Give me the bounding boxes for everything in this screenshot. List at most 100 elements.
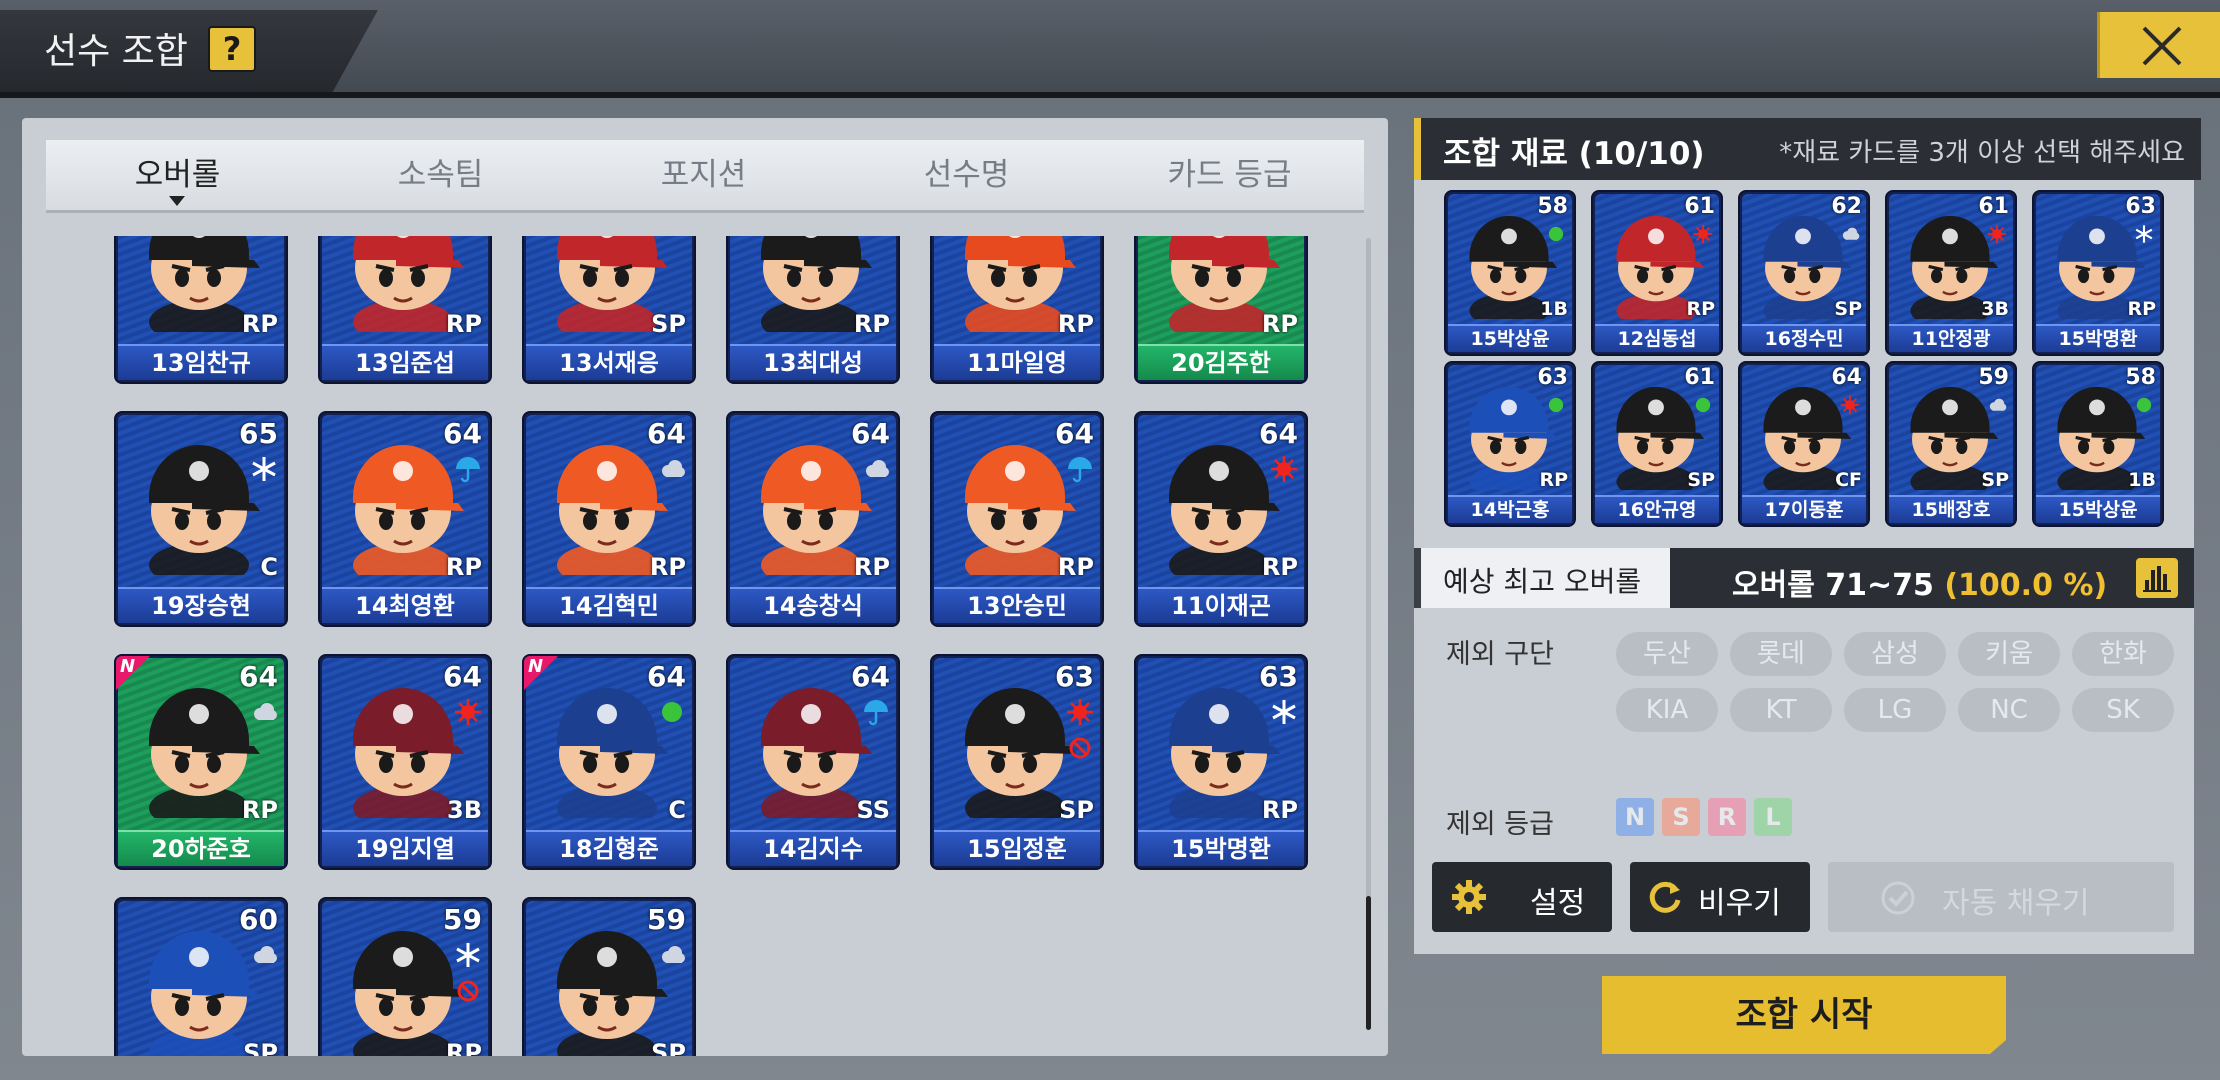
sort-tab-position[interactable]: 포지션 xyxy=(572,140,835,210)
materials.cards-card[interactable]: 61 RP 12심동섭 xyxy=(1591,190,1723,356)
card-position: SP xyxy=(1687,469,1715,491)
card-name: 19임지열 xyxy=(322,830,488,866)
materials.cards-card[interactable]: 63 RP 14박근홍 xyxy=(1444,361,1576,527)
exclude-team-pill[interactable]: 롯데 xyxy=(1730,632,1832,676)
chart-button[interactable] xyxy=(2136,558,2178,598)
condition-sun-icon xyxy=(1270,455,1298,483)
refresh-icon xyxy=(1649,881,1681,913)
player_grid-card[interactable]: RP 20김주한 xyxy=(1134,236,1308,384)
player_grid-card[interactable]: 64 RP 14송창식 xyxy=(726,411,900,627)
player_grid-card[interactable]: 60SP17레나도 xyxy=(114,897,288,1056)
card-overall: 62 xyxy=(1831,194,1862,219)
card-overall: 63 xyxy=(2125,194,2156,219)
player_grid-card[interactable]: RP 13임찬규 xyxy=(114,236,288,384)
exclude-grade-r[interactable]: R xyxy=(1708,798,1746,836)
player_grid-card[interactable]: 65 C 19장승현 xyxy=(114,411,288,627)
card-overall: 59 xyxy=(647,903,686,936)
sort-tab-name[interactable]: 선수명 xyxy=(835,140,1098,210)
materials.cards-card[interactable]: 63 RP 15박명환 xyxy=(2032,190,2164,356)
condition-snow-icon xyxy=(1270,698,1298,726)
materials.cards-card[interactable]: 61 SP 16안규영 xyxy=(1591,361,1723,527)
player_grid-card[interactable]: RP 11마일영 xyxy=(930,236,1104,384)
card-name: 13서재응 xyxy=(526,344,692,380)
card-position: RP xyxy=(1261,553,1298,581)
player_grid-card[interactable]: RP 13최대성 xyxy=(726,236,900,384)
materials.cards-card[interactable]: 58 1B 15박상윤 xyxy=(2032,361,2164,527)
materials.cards-card[interactable]: 59 SP 15배장호 xyxy=(1885,361,2017,527)
clear-button[interactable]: 비우기 xyxy=(1630,862,1810,932)
exclude-grade-s[interactable]: S xyxy=(1662,798,1700,836)
player-card-grid: RP 13임찬규 RP 13임준섭 SP 13서재응 RP 13최대성 RP 11마일영 RP 20김… xyxy=(22,236,1362,1056)
sort-tab-grade[interactable]: 카드 등급 xyxy=(1098,140,1361,210)
card-name: 19장승현 xyxy=(118,587,284,623)
options-area: 제외 구단 두산 롯데 삼성 키움 한화 KIA KT LG NC SK 제외 등급 NSRL 설… xyxy=(1414,608,2194,954)
player_grid-card[interactable]: 64 RP 13안승민 xyxy=(930,411,1104,627)
materials.cards-card[interactable]: 62 SP 16정수민 xyxy=(1738,190,1870,356)
condition-snow-icon xyxy=(2134,224,2154,244)
exclude-team-pill[interactable]: 키움 xyxy=(1958,632,2060,676)
exclude-team-pill[interactable]: 한화 xyxy=(2072,632,2174,676)
materials.cards-card[interactable]: 64 CF 17이동훈 xyxy=(1738,361,1870,527)
condition-dot-icon xyxy=(2134,395,2154,415)
autofill-button[interactable]: 자동 채우기 xyxy=(1828,862,2174,932)
player_grid-card[interactable]: N 64 RP 20하준호 xyxy=(114,654,288,870)
condition-rain-icon xyxy=(862,698,890,726)
card-name: 14김지수 xyxy=(730,830,896,866)
card-position: 1B xyxy=(1540,298,1568,320)
card-overall: 64 xyxy=(647,660,686,693)
card-name: 17이동훈 xyxy=(1742,495,1866,523)
close-button[interactable] xyxy=(2097,12,2220,78)
condition-sun-icon xyxy=(1840,395,1860,415)
card-overall: 58 xyxy=(1537,194,1568,219)
exclude-team-pill[interactable]: NC xyxy=(1958,688,2060,732)
materials.cards-card[interactable]: 61 3B 11안정광 xyxy=(1885,190,2017,356)
card-overall: 59 xyxy=(1978,365,2009,390)
player_grid-card[interactable]: SP 13서재응 xyxy=(522,236,696,384)
card-position: 3B xyxy=(1981,298,2009,320)
materials.cards-card[interactable]: 58 1B 15박상윤 xyxy=(1444,190,1576,356)
player_grid-card[interactable]: 64 3B 19임지열 xyxy=(318,654,492,870)
settings-button[interactable]: 설정 xyxy=(1432,862,1612,932)
card-overall: 64 xyxy=(851,660,890,693)
card-position: SP xyxy=(1834,298,1862,320)
player_grid-card[interactable]: 64 RP 11이재곤 xyxy=(1134,411,1308,627)
scrollbar-thumb[interactable] xyxy=(1366,896,1371,1030)
player_grid-card[interactable]: 63 RP 15박명환 xyxy=(1134,654,1308,870)
card-position: RP xyxy=(445,310,482,338)
exclude-team-pill[interactable]: 두산 xyxy=(1616,632,1718,676)
card-overall: 63 xyxy=(1259,660,1298,693)
start-combine-button[interactable]: 조합 시작 xyxy=(1602,976,2006,1054)
exclude-team-pill[interactable]: SK xyxy=(2072,688,2174,732)
condition-sun-icon xyxy=(454,698,482,726)
condition-cloud-icon xyxy=(658,941,686,969)
card-position: RP xyxy=(445,553,482,581)
player_grid-card[interactable]: 59SP15배장호 xyxy=(522,897,696,1056)
condition-sun-icon xyxy=(1987,224,2007,244)
expected-overall-range: 오버롤 71~75 xyxy=(1732,568,1934,603)
card-position: RP xyxy=(853,553,890,581)
card-position: RP xyxy=(2127,298,2156,320)
exclude-team-pill[interactable]: KIA xyxy=(1616,688,1718,732)
card-name: 15배장호 xyxy=(1889,495,2013,523)
player_grid-card[interactable]: 64 RP 14김혁민 xyxy=(522,411,696,627)
exclude-team-pill[interactable]: 삼성 xyxy=(1844,632,1946,676)
card-position: SP xyxy=(651,310,686,338)
help-button[interactable]: ? xyxy=(208,26,256,72)
condition-snow-icon xyxy=(250,455,278,483)
player_grid-card[interactable]: 63 SP 15임정훈 xyxy=(930,654,1104,870)
player_grid-card[interactable]: RP 13임준섭 xyxy=(318,236,492,384)
player_grid-card[interactable]: 64 SS 14김지수 xyxy=(726,654,900,870)
exclude-team-pill[interactable]: LG xyxy=(1844,688,1946,732)
card-name: 20김주한 xyxy=(1138,344,1304,380)
exclude-grade-l[interactable]: L xyxy=(1754,798,1792,836)
player_grid-card[interactable]: 64 RP 14최영환 xyxy=(318,411,492,627)
card-name: 13임찬규 xyxy=(118,344,284,380)
prohibited-icon xyxy=(1068,736,1092,760)
exclude-grade-n[interactable]: N xyxy=(1616,798,1654,836)
sort-tab-team[interactable]: 소속팀 xyxy=(309,140,572,210)
card-name: 15박상윤 xyxy=(2036,495,2160,523)
exclude-team-pill[interactable]: KT xyxy=(1730,688,1832,732)
player_grid-card[interactable]: N 64 C 18김형준 xyxy=(522,654,696,870)
card-name: 16정수민 xyxy=(1742,324,1866,352)
player_grid-card[interactable]: 59RP15김명성 xyxy=(318,897,492,1056)
